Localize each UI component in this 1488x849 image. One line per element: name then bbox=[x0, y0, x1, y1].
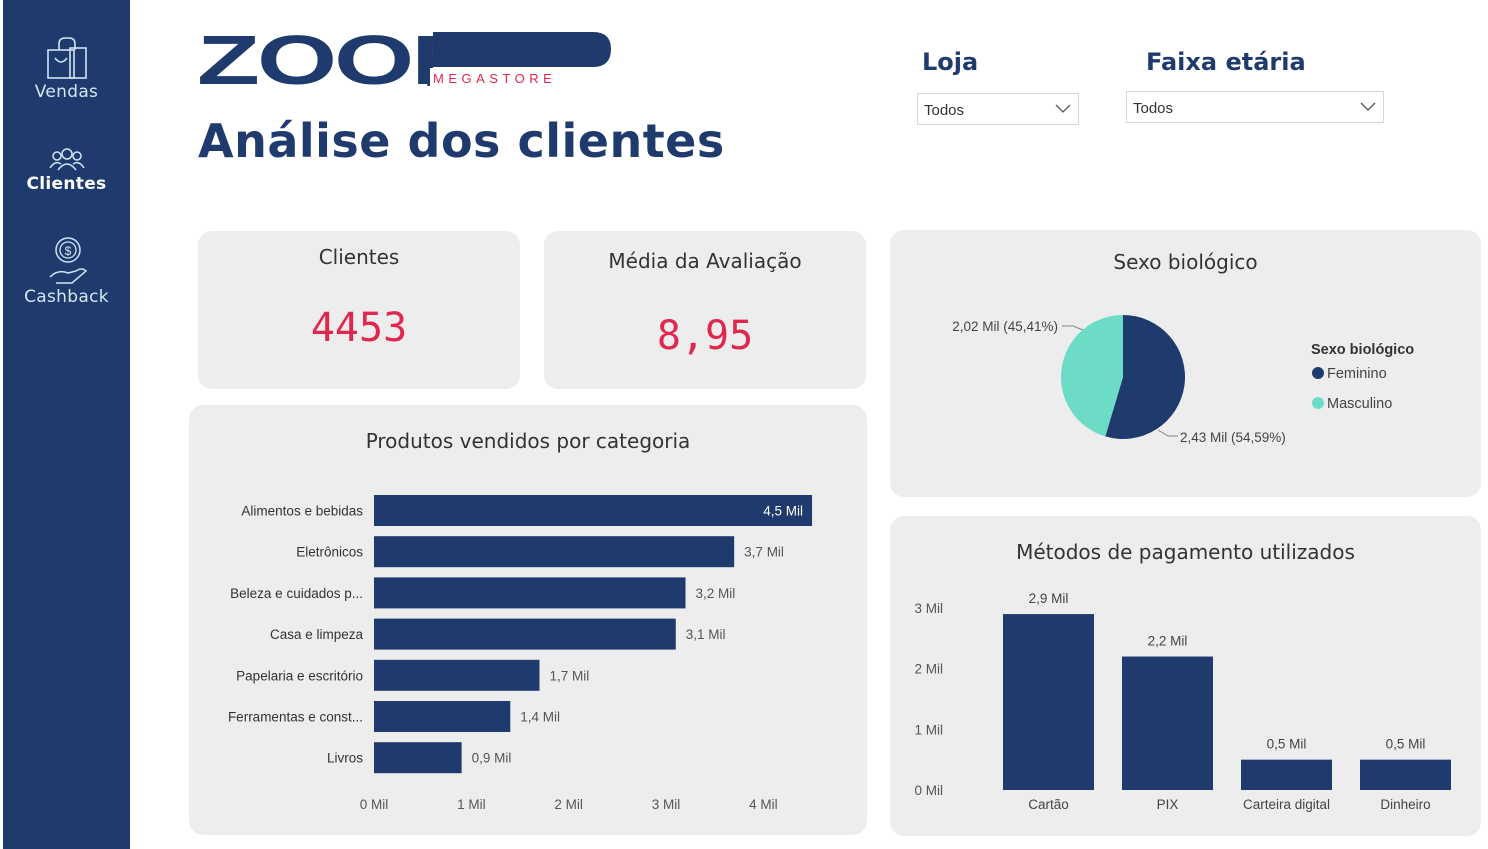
users-icon bbox=[3, 146, 130, 174]
y-tick-label: 0 Mil bbox=[914, 783, 943, 798]
x-tick-label: 0 Mil bbox=[360, 797, 389, 812]
bar-data-label: 4,5 Mil bbox=[763, 504, 803, 519]
category-bar bbox=[374, 495, 813, 526]
slice-data-label: 2,02 Mil (45,41%) bbox=[952, 319, 1058, 334]
category-label: Cartão bbox=[1028, 797, 1069, 812]
x-tick-label: 2 Mil bbox=[554, 797, 583, 812]
brand-sub: MEGASTORE bbox=[433, 71, 556, 86]
bar-data-label: 0,5 Mil bbox=[1267, 737, 1307, 752]
svg-text:$: $ bbox=[64, 244, 71, 258]
leader-line bbox=[1062, 325, 1084, 331]
legend-label: Masculino bbox=[1327, 396, 1392, 412]
y-tick-label: 3 Mil bbox=[914, 601, 943, 616]
x-tick-label: 1 Mil bbox=[457, 797, 486, 812]
filter-label-loja: Loja bbox=[922, 48, 979, 76]
category-label: Carteira digital bbox=[1243, 797, 1330, 812]
loja-dropdown[interactable]: Todos bbox=[917, 93, 1079, 125]
bar-data-label: 3,1 Mil bbox=[686, 627, 726, 642]
sex-pie-chart: 2,43 Mil (54,59%) 2,02 Mil (45,41%) Sexo b… bbox=[952, 315, 1414, 445]
chevron-down-icon bbox=[1054, 99, 1072, 121]
payment-bar bbox=[1122, 656, 1213, 790]
page-title: Análise dos clientes bbox=[198, 114, 725, 168]
nav-item-clientes[interactable]: Clientes bbox=[3, 146, 130, 194]
sidebar-nav: Vendas Clientes $ Cashback bbox=[0, 0, 130, 849]
nav-item-cashback[interactable]: $ Cashback bbox=[3, 233, 130, 307]
bar-data-label: 2,9 Mil bbox=[1029, 591, 1069, 606]
kpi-title: Média da Avaliação bbox=[608, 249, 802, 273]
leader-line bbox=[1157, 429, 1178, 437]
bar-data-label: 1,7 Mil bbox=[549, 668, 589, 683]
bar-data-label: 0,9 Mil bbox=[472, 751, 512, 766]
nav-label: Vendas bbox=[34, 82, 99, 102]
chevron-down-icon bbox=[1359, 97, 1377, 119]
dropdown-value: Todos bbox=[1133, 100, 1174, 117]
kpi-title: Clientes bbox=[318, 245, 400, 269]
kpi-card-avaliacao: Média da Avaliação 8,95 bbox=[544, 231, 866, 389]
nav-label: Cashback bbox=[24, 287, 109, 307]
legend-title: Sexo biológico bbox=[1311, 342, 1414, 358]
kpi-value: 4453 bbox=[310, 305, 408, 351]
faixa-etaria-dropdown[interactable]: Todos bbox=[1126, 91, 1384, 123]
category-label: Ferramentas e const... bbox=[228, 710, 363, 725]
dropdown-value: Todos bbox=[924, 102, 965, 119]
bar-data-label: 2,2 Mil bbox=[1148, 634, 1188, 649]
slice-data-label: 2,43 Mil (54,59%) bbox=[1180, 430, 1286, 445]
bar-data-label: 3,7 Mil bbox=[744, 545, 784, 560]
nav-label: Clientes bbox=[26, 174, 107, 194]
payment-bar bbox=[1360, 759, 1451, 790]
category-bar-chart: Alimentos e bebidas 4,5 Mil Eletrônicos 3,7… bbox=[228, 495, 813, 812]
category-bar bbox=[374, 536, 735, 568]
y-tick-label: 1 Mil bbox=[914, 722, 943, 737]
category-label: Casa e limpeza bbox=[270, 627, 364, 642]
chart-card-pagamento: Métodos de pagamento utilizados 0 Mil 1 M… bbox=[890, 516, 1481, 836]
category-label: Beleza e cuidados p... bbox=[230, 586, 363, 601]
category-bar bbox=[374, 742, 462, 774]
category-label: Alimentos e bebidas bbox=[241, 504, 363, 519]
x-tick-label: 4 Mil bbox=[749, 797, 778, 812]
payment-bar-chart: 0 Mil 1 Mil 2 Mil 3 Mil 2,9 Mil Cartão 2,2 Mil… bbox=[914, 591, 1451, 812]
category-bar bbox=[374, 659, 540, 691]
y-tick-label: 2 Mil bbox=[914, 662, 943, 677]
kpi-value: 8,95 bbox=[656, 313, 754, 359]
shopping-bag-icon bbox=[3, 36, 130, 82]
legend-label: Feminino bbox=[1327, 366, 1387, 382]
category-bar bbox=[374, 701, 511, 732]
bar-data-label: 0,5 Mil bbox=[1386, 737, 1426, 752]
category-label: Papelaria e escritório bbox=[236, 668, 363, 683]
bar-data-label: 1,4 Mil bbox=[520, 710, 560, 725]
cashback-hand-icon: $ bbox=[3, 233, 130, 287]
payment-bar bbox=[1003, 614, 1094, 790]
brand-logo: ZOOP MEGASTORE bbox=[197, 21, 617, 99]
legend-swatch bbox=[1312, 397, 1324, 409]
category-label: PIX bbox=[1157, 797, 1179, 812]
chart-card-sexo: Sexo biológico 2,43 Mil (54,59%) 2,02 Mil… bbox=[890, 230, 1481, 497]
chart-card-categorias: Produtos vendidos por categoria Alimento… bbox=[189, 405, 867, 835]
filter-label-faixa: Faixa etária bbox=[1146, 48, 1306, 76]
category-label: Dinheiro bbox=[1380, 797, 1430, 812]
x-tick-label: 3 Mil bbox=[652, 797, 681, 812]
kpi-card-clientes: Clientes 4453 bbox=[198, 231, 520, 389]
category-bar bbox=[374, 577, 686, 609]
payment-bar bbox=[1241, 759, 1332, 790]
category-label: Eletrônicos bbox=[296, 545, 363, 560]
category-label: Livros bbox=[327, 751, 363, 766]
bar-data-label: 3,2 Mil bbox=[696, 586, 736, 601]
nav-item-vendas[interactable]: Vendas bbox=[3, 36, 130, 102]
category-bar bbox=[374, 618, 676, 650]
legend-swatch bbox=[1312, 367, 1324, 379]
